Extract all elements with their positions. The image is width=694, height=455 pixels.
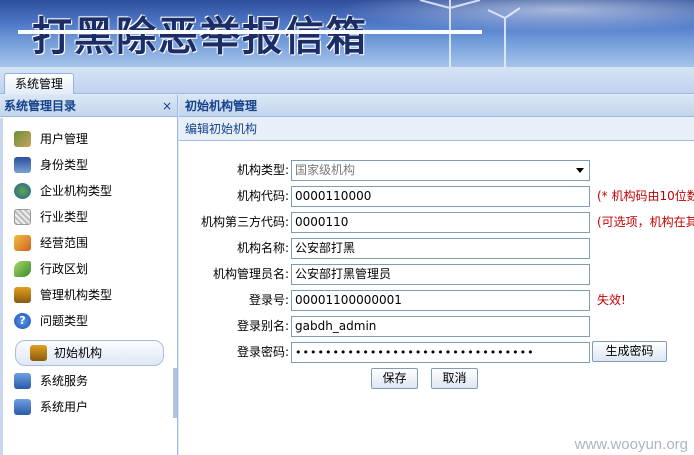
close-icon[interactable]: × (162, 95, 172, 117)
sidebar-header: 系统管理目录 × (0, 95, 177, 117)
org-type-value: 国家级机构 (295, 163, 356, 177)
sidebar-item-system-user[interactable]: 系统用户 (12, 396, 88, 418)
org-code-note: (* 机构码由10位数 (597, 189, 694, 203)
password-input[interactable]: •••••••••••••••••••••••••••••••• (291, 342, 590, 363)
sidebar-item-label: 行政区划 (40, 262, 89, 276)
password-label: 登录密码: (236, 345, 289, 359)
sidebar-item-label: 身份类型 (40, 158, 89, 172)
org-name-input[interactable]: 公安部打黑 (291, 238, 590, 259)
sidebar-scrollbar[interactable] (173, 368, 177, 418)
sidebar-item-industry-type[interactable]: 行业类型 (12, 206, 88, 228)
sidebar-item-label: 初始机构 (54, 346, 103, 360)
org-code-input[interactable]: 0000110000 (291, 186, 590, 207)
chevron-down-icon (576, 168, 584, 173)
org-type-label: 机构类型: (236, 163, 289, 177)
third-code-label: 机构第三方代码: (200, 215, 289, 229)
sidebar-item-admin-division[interactable]: 行政区划 (12, 258, 88, 280)
form-subtitle: 编辑初始机构 (179, 117, 694, 141)
sidebar-item-label: 企业机构类型 (40, 184, 113, 198)
tab-system-management[interactable]: 系统管理 (4, 73, 75, 94)
sidebar-item-business-scope[interactable]: 经营范围 (12, 232, 88, 254)
question-icon: ? (14, 313, 31, 329)
sidebar-item-label: 问题类型 (40, 314, 89, 328)
computer-icon (14, 373, 31, 389)
sidebar-item-label: 用户管理 (40, 132, 89, 146)
gear-icon (14, 209, 31, 225)
sidebar-item-issue-type[interactable]: ? 问题类型 (12, 310, 88, 332)
generate-password-button[interactable]: 生成密码 (592, 341, 667, 362)
watermark: www.wooyun.org (574, 436, 688, 453)
sidebar-item-label: 系统用户 (40, 400, 89, 414)
alias-label: 登录别名: (236, 319, 289, 333)
banner-stripe (18, 30, 482, 34)
admin-name-input[interactable]: 公安部打黑管理员 (291, 264, 590, 285)
login-no-input[interactable]: 00001100000001 (291, 290, 590, 311)
third-code-note: (可选项，机构在其 (597, 215, 694, 229)
login-no-label: 登录号: (248, 293, 289, 307)
admin-name-label: 机构管理员名: (212, 267, 289, 281)
sidebar-item-identity-type[interactable]: 身份类型 (12, 154, 88, 176)
leaf-icon (14, 261, 31, 277)
network-icon (30, 345, 47, 361)
sidebar-item-label: 系统服务 (40, 374, 89, 388)
person-icon (14, 157, 31, 173)
third-code-input[interactable]: 0000110 (291, 212, 590, 233)
sidebar-item-user-management[interactable]: 用户管理 (12, 128, 88, 150)
sidebar-item-label: 行业类型 (40, 210, 89, 224)
network-icon (14, 287, 31, 303)
sidebar-item-label: 经营范围 (40, 236, 89, 250)
page-title: 初始机构管理 (179, 95, 694, 117)
tab-strip: 系统管理 (0, 67, 694, 94)
header-banner: 打黑除恶举报信箱 (0, 0, 694, 67)
cancel-button[interactable]: 取消 (431, 368, 478, 389)
alias-input[interactable]: gabdh_admin (291, 316, 590, 337)
computer-user-icon (14, 399, 31, 415)
org-type-select[interactable]: 国家级机构 (291, 160, 590, 181)
sidebar-item-system-service[interactable]: 系统服务 (12, 370, 88, 392)
sidebar-title: 系统管理目录 (4, 99, 77, 113)
sidebar-item-enterprise-type[interactable]: 企业机构类型 (12, 180, 112, 202)
users-icon (14, 131, 31, 147)
sidebar-item-label: 管理机构类型 (40, 288, 113, 302)
sidebar-item-mgmt-org-type[interactable]: 管理机构类型 (12, 284, 112, 306)
org-name-label: 机构名称: (236, 241, 289, 255)
org-code-label: 机构代码: (236, 189, 289, 203)
login-no-status: 失效! (597, 293, 626, 307)
save-button[interactable]: 保存 (371, 368, 418, 389)
main-panel: 初始机构管理 编辑初始机构 机构类型: 国家级机构 机构代码: 00001100… (179, 95, 694, 455)
globe-icon (14, 183, 31, 199)
pencil-icon (14, 235, 31, 251)
